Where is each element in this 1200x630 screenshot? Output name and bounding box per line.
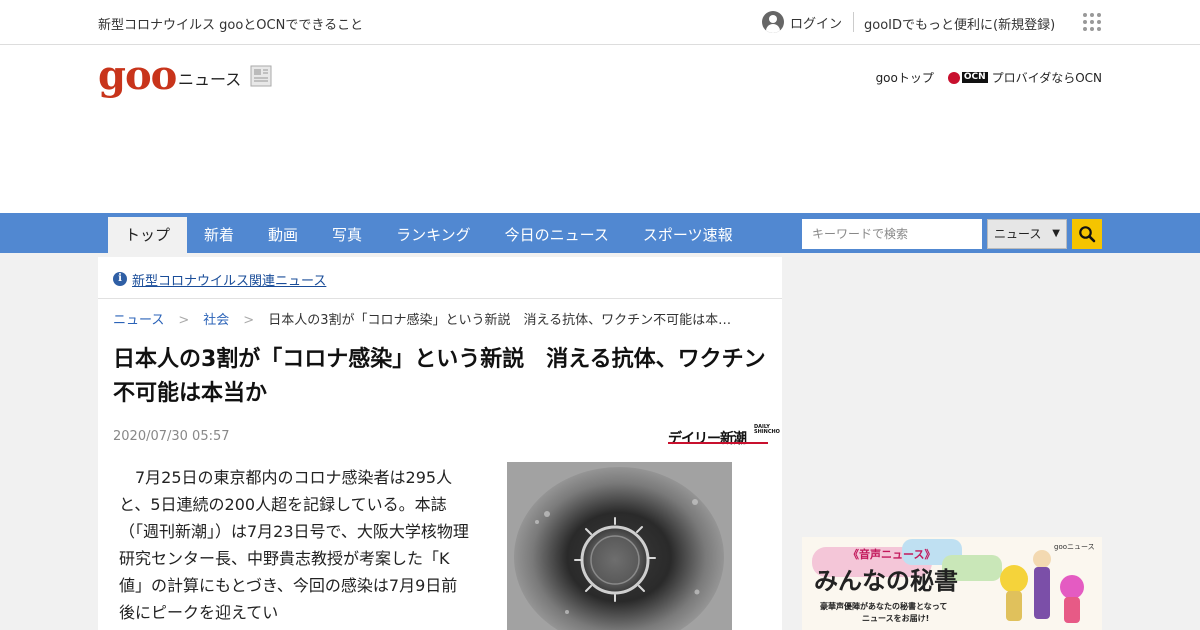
- search-input[interactable]: [802, 219, 982, 249]
- coronavirus-micrograph-image: [507, 462, 732, 630]
- header-links: gooトップ OCN プロバイダならOCN: [876, 69, 1102, 86]
- nav-tab-4[interactable]: ランキング: [379, 217, 488, 253]
- goo-logo[interactable]: goo: [98, 56, 177, 96]
- ad-subline-2: ニュースをお届け!: [862, 614, 929, 623]
- chevron-down-icon: ▼: [1052, 228, 1060, 239]
- register-link[interactable]: gooIDでもっと便利に(新規登録): [864, 14, 1055, 33]
- article-body: 7月25日の東京都内のコロナ感染者は295人と、5日連続の200人超を記録してい…: [119, 468, 469, 622]
- utility-bar: 新型コロナウイルス gooとOCNでできること ログイン gooIDでもっと便利…: [0, 0, 1200, 45]
- ocn-logo-icon: OCN: [947, 71, 988, 84]
- covid-notice: i 新型コロナウイルス関連ニュース: [98, 257, 782, 299]
- login-label: ログイン: [790, 16, 843, 32]
- nav-tab-6[interactable]: スポーツ速報: [626, 217, 750, 253]
- covid-promo-link[interactable]: 新型コロナウイルス gooとOCNでできること: [98, 14, 363, 33]
- divider: [853, 12, 854, 32]
- ocn-link-label: プロバイダならOCN: [991, 71, 1102, 85]
- nav-tab-2[interactable]: 動画: [251, 217, 315, 253]
- goo-top-link[interactable]: gooトップ: [876, 69, 934, 86]
- ad-subline-1: 豪華声優陣があなたの秘書となって: [820, 601, 947, 611]
- user-icon: [762, 11, 784, 33]
- search-scope-value: ニュース: [994, 227, 1042, 241]
- ad-headline: みんなの秘書: [814, 567, 958, 595]
- login-link[interactable]: ログイン: [762, 11, 842, 33]
- ad-tag: 《音声ニュース》: [848, 547, 935, 561]
- breadcrumb: ニュース > 社会 > 日本人の3割が「コロナ感染」という新説 消える抗体、ワクチン不可…: [113, 309, 731, 328]
- nav-tab-5[interactable]: 今日のニュース: [488, 217, 626, 253]
- daily-shincho-logo[interactable]: デイリー新潮 DAILY SHINCHO: [668, 425, 780, 447]
- search-icon: [1079, 226, 1096, 243]
- search-button[interactable]: [1072, 219, 1102, 249]
- source-name: デイリー新潮: [668, 431, 747, 447]
- info-icon: i: [113, 272, 127, 286]
- breadcrumb-separator: >: [243, 313, 255, 328]
- article-date: 2020/07/30 05:57: [113, 429, 230, 444]
- newspaper-icon: [250, 65, 272, 87]
- covid-news-link[interactable]: 新型コロナウイルス関連ニュース: [132, 270, 326, 289]
- section-title: ニュース: [178, 70, 242, 89]
- breadcrumb-current: 日本人の3割が「コロナ感染」という新説 消える抗体、ワクチン不可能は本…: [268, 313, 732, 328]
- breadcrumb-news[interactable]: ニュース: [113, 313, 164, 328]
- article-title: 日本人の3割が「コロナ感染」という新説 消える抗体、ワクチン不可能は本当か: [113, 347, 766, 406]
- global-nav: トップ新着動画写真ランキング今日のニューススポーツ速報 ニュース ▼: [0, 213, 1200, 253]
- audio-news-ad[interactable]: 《音声ニュース》 gooニュース みんなの秘書 豪華声優陣があなたの秘書となって…: [802, 537, 1102, 630]
- breadcrumb-society[interactable]: 社会: [203, 313, 229, 328]
- article-card: i 新型コロナウイルス関連ニュース ニュース > 社会 > 日本人の3割が「コロナ感染」…: [98, 257, 782, 630]
- ad-banner: 《音声ニュース》 gooニュース みんなの秘書 豪華声優陣があなたの秘書となって…: [802, 537, 1102, 630]
- virus-photo[interactable]: [507, 462, 732, 630]
- nav-tab-0[interactable]: トップ: [108, 217, 188, 253]
- ocn-link[interactable]: OCN プロバイダならOCN: [947, 69, 1102, 86]
- nav-tab-1[interactable]: 新着: [187, 217, 251, 253]
- source-sub: DAILY SHINCHO: [754, 424, 780, 435]
- apps-grid-icon[interactable]: [1083, 13, 1101, 31]
- search-scope-select[interactable]: ニュース ▼: [987, 219, 1067, 249]
- ad-brand: gooニュース: [1054, 543, 1095, 551]
- nav-tabs: トップ 新着 動画 写真 ランキング 今日のニュース スポーツ速報: [108, 217, 750, 253]
- nav-tab-3[interactable]: 写真: [315, 217, 379, 253]
- breadcrumb-separator: >: [178, 313, 190, 328]
